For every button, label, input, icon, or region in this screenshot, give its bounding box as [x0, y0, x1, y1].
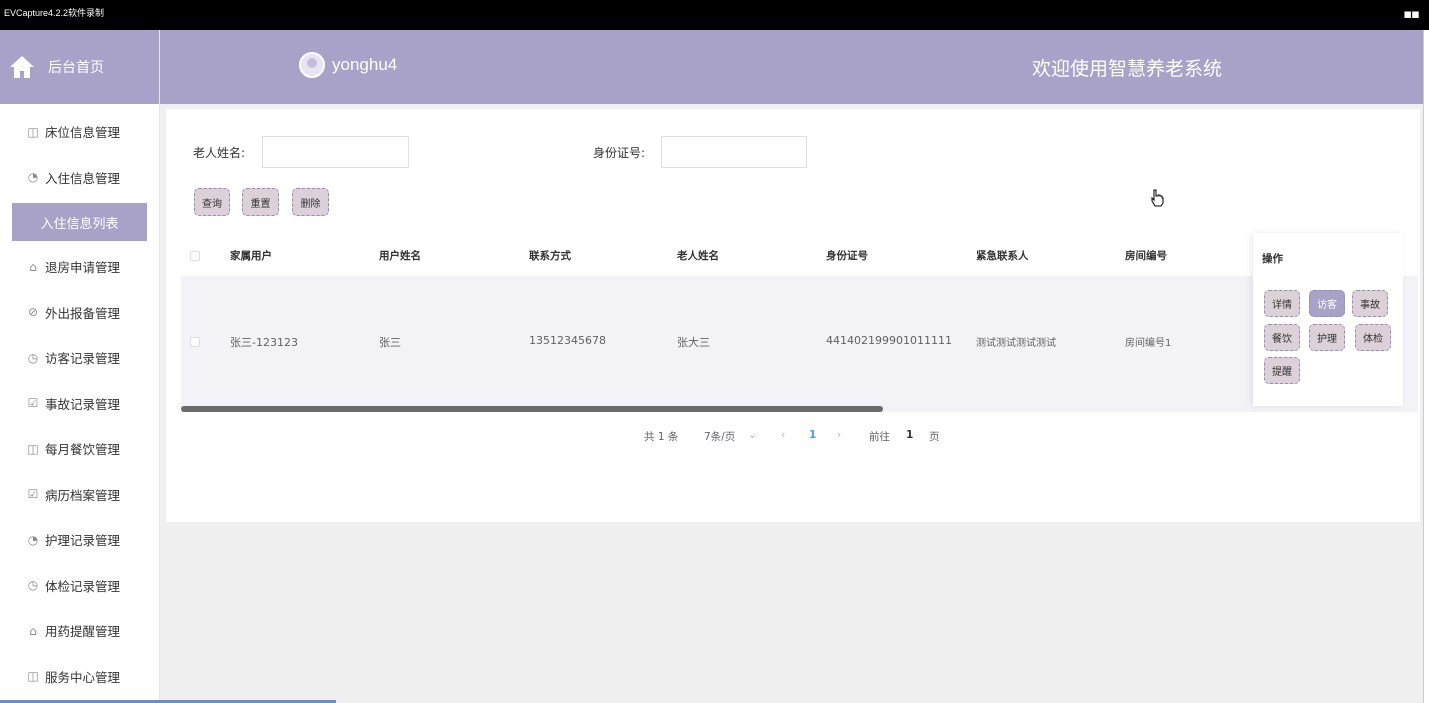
page-size-select[interactable]: 7条/页	[704, 429, 735, 444]
meals-button[interactable]: 餐饮	[1264, 324, 1300, 351]
sidebar-item-label: 服务中心管理	[45, 669, 121, 685]
goto-prefix: 前往	[869, 431, 890, 443]
sidebar-item-checkin[interactable]: ◔ 入住信息管理	[0, 155, 159, 201]
query-button[interactable]: 查询	[194, 188, 230, 216]
sidebar: 后台首页 ◫ 床位信息管理 ◔ 入住信息管理 入住信息列表 ⌂ 退房申请管理 ⊘…	[0, 30, 160, 703]
delete-button[interactable]: 删除	[292, 188, 329, 216]
avatar	[299, 52, 325, 78]
operations-column: 操作 详情 访客 事故 餐饮 护理 体检 提醒	[1253, 233, 1403, 406]
id-label: 身份证号:	[593, 146, 646, 160]
recorder-menu-icon[interactable]: ▪▪	[1403, 7, 1420, 22]
outing-icon: ⊘	[27, 305, 39, 320]
name-label: 老人姓名:	[193, 146, 246, 160]
sidebar-item-accident[interactable]: ☑ 事故记录管理	[0, 381, 159, 427]
column-header[interactable]: 房间编号	[1125, 239, 1167, 279]
service-icon: ◫	[27, 669, 39, 684]
ops-header: 操作	[1262, 253, 1283, 265]
table-cell: 测试测试测试测试	[976, 338, 1056, 349]
pager-total: 共 1 条	[644, 431, 679, 443]
table-cell: 13512345678	[529, 334, 606, 347]
visitor-icon: ◷	[27, 350, 39, 365]
sidebar-item-medical[interactable]: ☑ 病历档案管理	[0, 472, 159, 518]
reminder-button[interactable]: 提醒	[1264, 357, 1300, 384]
window-scrollbar[interactable]	[1423, 30, 1429, 703]
column-header[interactable]: 紧急联系人	[976, 239, 1029, 279]
bed-icon: ◫	[27, 124, 39, 139]
details-button[interactable]: 详情	[1264, 290, 1300, 317]
sidebar-item-medication[interactable]: ⌂ 用药提醒管理	[0, 608, 159, 654]
prev-page-icon[interactable]: ‹	[781, 429, 785, 441]
name-input[interactable]	[262, 136, 409, 168]
sidebar-item-label: 用药提醒管理	[45, 624, 121, 640]
table-cell: 张大三	[677, 336, 710, 349]
meals-icon: ◫	[27, 441, 39, 456]
sidebar-item-checkout[interactable]: ⌂ 退房申请管理	[0, 244, 159, 290]
next-page-icon[interactable]: ›	[837, 429, 841, 441]
table-cell: 张三	[379, 336, 401, 349]
sidebar-item-label: 床位信息管理	[45, 125, 121, 141]
accident-button[interactable]: 事故	[1352, 290, 1388, 317]
checkup-button[interactable]: 体检	[1355, 324, 1391, 351]
home-icon	[10, 56, 34, 78]
username: yonghu4	[332, 55, 398, 74]
top-header: yonghu4 欢迎使用智慧养老系统	[160, 30, 1423, 104]
sidebar-item-nursing[interactable]: ◔ 护理记录管理	[0, 517, 159, 563]
sidebar-item-label: 访客记录管理	[45, 351, 121, 367]
table-cell: 房间编号1	[1125, 338, 1172, 349]
checkout-icon: ⌂	[29, 259, 37, 274]
goto-input[interactable]: 1	[906, 429, 913, 441]
sidebar-item-label: 事故记录管理	[45, 396, 121, 412]
id-input[interactable]	[661, 136, 807, 168]
recorder-title: EVCapture4.2.2软件录制	[4, 8, 105, 18]
table-cell: 张三-123123	[230, 336, 298, 349]
table-header: 家属用户 用户姓名 联系方式 老人姓名 身份证号 紧急联系人 房间编号	[181, 239, 1253, 279]
accident-icon: ☑	[27, 396, 39, 411]
sidebar-subitem-checkin-list[interactable]: 入住信息列表	[12, 203, 147, 241]
sidebar-item-label: 退房申请管理	[45, 260, 121, 276]
checkin-icon: ◔	[27, 170, 39, 185]
reset-button[interactable]: 重置	[242, 188, 279, 216]
mouse-cursor-icon	[1151, 189, 1164, 207]
select-all-checkbox[interactable]	[190, 251, 200, 261]
sidebar-item-label: 每月餐饮管理	[45, 442, 121, 458]
sidebar-item-visitor[interactable]: ◷ 访客记录管理	[0, 335, 159, 381]
column-header[interactable]: 联系方式	[529, 239, 571, 279]
pagination: 共 1 条 7条/页 ⌄ ‹ 1 › 前往 1 页	[166, 429, 1420, 445]
welcome-title: 欢迎使用智慧养老系统	[1032, 58, 1223, 80]
table-horizontal-scrollbar[interactable]	[181, 406, 883, 412]
sidebar-item-label: 外出报备管理	[45, 305, 121, 321]
column-header[interactable]: 家属用户	[230, 239, 272, 279]
home-link[interactable]: 后台首页	[0, 30, 159, 104]
table-row[interactable]: 张三-123123 张三 13512345678 张大三 44140219990…	[181, 276, 1418, 412]
checkup-icon: ◷	[27, 578, 39, 593]
goto-suffix: 页	[929, 431, 940, 443]
column-header[interactable]: 老人姓名	[677, 239, 719, 279]
sidebar-item-service[interactable]: ◫ 服务中心管理	[0, 654, 159, 700]
home-label: 后台首页	[48, 60, 104, 76]
sidebar-item-label: 病历档案管理	[45, 487, 121, 503]
sidebar-item-label: 体检记录管理	[45, 578, 121, 594]
page-number-current[interactable]: 1	[809, 429, 816, 441]
nursing-button[interactable]: 护理	[1309, 324, 1345, 351]
user-info[interactable]: yonghu4	[299, 52, 397, 78]
sidebar-item-meals[interactable]: ◫ 每月餐饮管理	[0, 426, 159, 472]
main-content: 老人姓名: 身份证号: 查询 重置 删除 家属用户 用户姓名 联系方式 老人姓名…	[166, 109, 1420, 522]
sidebar-item-label: 入住信息管理	[45, 170, 121, 186]
visitor-button[interactable]: 访客	[1309, 290, 1345, 317]
sidebar-item-label: 护理记录管理	[45, 533, 121, 549]
sidebar-item-outing[interactable]: ⊘ 外出报备管理	[0, 290, 159, 336]
column-header[interactable]: 身份证号	[826, 239, 868, 279]
recorder-bar: EVCapture4.2.2软件录制 ▪▪	[0, 0, 1429, 30]
row-checkbox[interactable]	[190, 337, 200, 347]
medical-icon: ☑	[27, 487, 39, 502]
sidebar-item-bed[interactable]: ◫ 床位信息管理	[0, 109, 159, 155]
column-header[interactable]: 用户姓名	[379, 239, 421, 279]
sidebar-item-checkup[interactable]: ◷ 体检记录管理	[0, 563, 159, 609]
chevron-down-icon[interactable]: ⌄	[748, 429, 757, 441]
medication-icon: ⌂	[29, 623, 37, 638]
table-cell: 441402199901011111	[826, 334, 952, 347]
nursing-icon: ◔	[27, 532, 39, 547]
